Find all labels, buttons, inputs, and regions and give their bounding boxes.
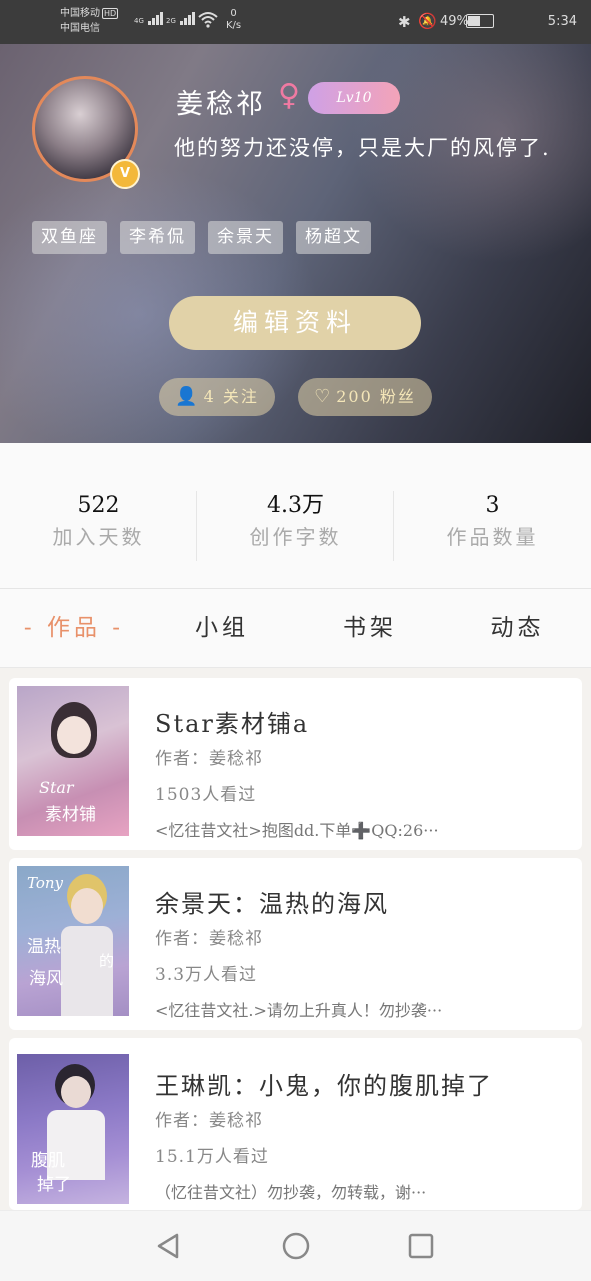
work-cover-image: Star 素材铺 <box>17 686 129 836</box>
cover-text: Star <box>39 778 74 797</box>
work-views: 15.1万人看过 <box>155 1147 269 1167</box>
work-views: 1503人看过 <box>155 785 257 805</box>
stat-word-count: 4.3万 创作字数 <box>197 491 394 553</box>
stat-value: 522 <box>77 493 120 518</box>
bluetooth-icon: ✱ <box>398 13 411 31</box>
work-cover-image: 腹肌 掉了 <box>17 1054 129 1204</box>
vip-badge: V <box>110 159 140 189</box>
stat-label: 作品数量 <box>446 525 539 549</box>
system-nav-bar <box>0 1210 591 1281</box>
stat-label: 创作字数 <box>249 525 342 549</box>
tab-bookshelf[interactable]: 书架 <box>296 589 444 667</box>
battery-icon <box>466 14 494 28</box>
stat-join-days: 522 加入天数 <box>0 491 197 553</box>
signal-icon-2: 2G <box>166 12 196 25</box>
work-title: 余景天：温热的海风 <box>155 890 389 918</box>
work-cover-image: Tony 温热 海风 的 <box>17 866 129 1016</box>
carrier-info: 中国移动 HD 中国电信 <box>60 6 119 36</box>
cover-text: 腹肌 <box>31 1151 65 1171</box>
level-badge: Lv10 <box>308 82 400 114</box>
signal-icon: 4G <box>134 12 164 25</box>
female-gender-icon: ♀ <box>278 78 300 113</box>
wifi-icon <box>198 10 218 31</box>
cover-face <box>71 888 103 924</box>
stat-value: 4.3万 <box>267 493 324 518</box>
following-label: 4 关注 <box>203 387 259 406</box>
work-desc: （忆往昔文社）勿抄袭，勿转载，谢··· <box>155 1183 427 1202</box>
mute-icon: 🔕 <box>418 12 437 30</box>
work-card[interactable]: Star 素材铺 Star素材铺a 作者：姜稔祁 1503人看过 <忆往昔文社>… <box>9 678 582 850</box>
net-speed-value: 0 <box>230 8 237 19</box>
cover-text: 的 <box>99 952 115 970</box>
followers-button[interactable]: ♡ 200 粉丝 <box>298 378 432 416</box>
tab-bar: - 作品 - 小组 书架 动态 <box>0 589 591 668</box>
work-views: 3.3万人看过 <box>155 965 258 985</box>
hd-badge: HD <box>102 8 119 19</box>
carrier-2: 中国电信 <box>60 23 100 34</box>
tag-item[interactable]: 双鱼座 <box>32 221 107 254</box>
work-title: 王琳凯：小鬼，你的腹肌掉了 <box>155 1072 493 1100</box>
cover-face <box>61 1076 91 1108</box>
cover-text: 温热 <box>27 937 61 957</box>
recents-icon[interactable] <box>406 1231 436 1261</box>
work-desc: <忆往昔文社>抱图dd.下单➕QQ:26··· <box>155 821 439 840</box>
work-author: 作者：姜稔祁 <box>155 1111 263 1131</box>
cover-text: Tony <box>27 874 64 892</box>
tag-item[interactable]: 李希侃 <box>120 221 195 254</box>
signal-type-1: 4G <box>134 17 144 25</box>
tag-item[interactable]: 杨超文 <box>296 221 371 254</box>
profile-header: V 姜稔祁 ♀ Lv10 他的努力还没停，只是大厂的风停了. 双鱼座 李希侃 余景天… <box>0 44 591 443</box>
work-title: Star素材铺a <box>155 710 310 738</box>
edit-profile-button[interactable]: 编辑资料 <box>169 296 421 350</box>
work-desc: <忆往昔文社.>请勿上升真人！勿抄袭··· <box>155 1001 443 1020</box>
heart-icon: ♡ <box>314 386 333 407</box>
home-icon[interactable] <box>281 1231 311 1261</box>
work-card[interactable]: 腹肌 掉了 王琳凯：小鬼，你的腹肌掉了 作者：姜稔祁 15.1万人看过 （忆往昔… <box>9 1038 582 1210</box>
cover-text: 素材铺 <box>45 805 96 825</box>
tag-item[interactable]: 余景天 <box>208 221 283 254</box>
stat-label: 加入天数 <box>52 525 145 549</box>
signal-type-2: 2G <box>166 17 176 25</box>
username: 姜稔祁 <box>176 89 266 120</box>
carrier-1: 中国移动 <box>60 8 100 19</box>
tag-list: 双鱼座 李希侃 余景天 杨超文 <box>32 221 384 254</box>
tab-works[interactable]: - 作品 - <box>0 589 148 667</box>
tab-activity[interactable]: 动态 <box>444 589 591 667</box>
net-speed-unit: K/s <box>226 20 242 31</box>
cover-text: 海风 <box>29 969 63 989</box>
cover-text: 掉了 <box>37 1175 71 1195</box>
status-bar: 中国移动 HD 中国电信 4G 2G 0 K/s ✱ 🔕 49% 5:34 <box>0 0 591 44</box>
bio-text: 他的努力还没停，只是大厂的风停了. <box>174 136 551 160</box>
stat-value: 3 <box>485 493 500 518</box>
work-author: 作者：姜稔祁 <box>155 929 263 949</box>
clock: 5:34 <box>547 14 577 29</box>
cover-body <box>61 926 113 1016</box>
stat-works-count: 3 作品数量 <box>394 491 591 553</box>
followers-label: 200 粉丝 <box>336 387 416 406</box>
tab-groups[interactable]: 小组 <box>148 589 296 667</box>
cover-face <box>57 716 91 754</box>
battery-percent: 49% <box>440 14 469 29</box>
following-button[interactable]: 👤 4 关注 <box>159 378 275 416</box>
stats-panel: 522 加入天数 4.3万 创作字数 3 作品数量 <box>0 443 591 589</box>
back-icon[interactable] <box>155 1231 185 1261</box>
net-speed: 0 K/s <box>226 8 241 32</box>
work-card[interactable]: Tony 温热 海风 的 余景天：温热的海风 作者：姜稔祁 3.3万人看过 <忆… <box>9 858 582 1030</box>
work-author: 作者：姜稔祁 <box>155 749 263 769</box>
follow-icon: 👤 <box>175 386 200 407</box>
